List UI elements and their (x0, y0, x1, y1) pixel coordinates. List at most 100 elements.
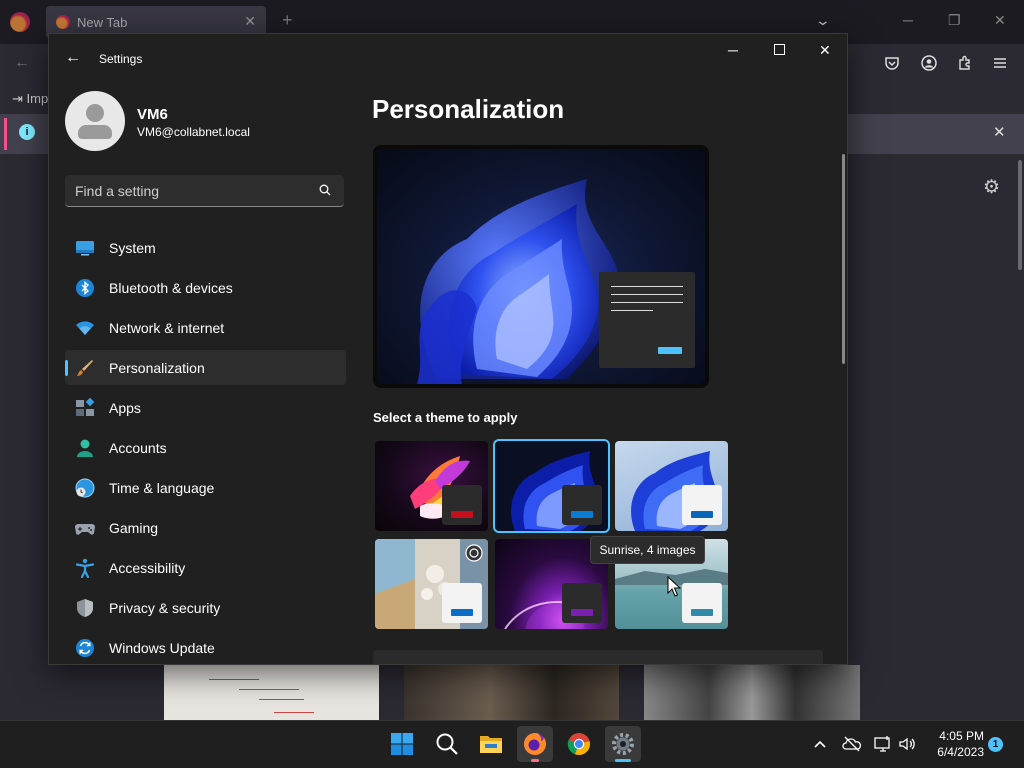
apps-icon (76, 398, 95, 416)
nav-item-time-language[interactable]: Time & language (65, 470, 346, 505)
taskbar-search-button[interactable] (429, 726, 465, 762)
account-icon[interactable] (920, 55, 938, 73)
taskbar-firefox[interactable] (517, 726, 553, 762)
extensions-icon[interactable] (956, 55, 974, 73)
close-tab-icon[interactable]: ✕ (244, 13, 256, 30)
theme-accent (451, 609, 473, 616)
theme-accent (691, 511, 713, 518)
taskbar-file-explorer[interactable] (473, 726, 509, 762)
settings-card[interactable] (373, 650, 823, 664)
nav-item-bluetooth[interactable]: Bluetooth & devices (65, 270, 346, 305)
accessibility-icon (75, 558, 95, 578)
chart-line (209, 679, 259, 680)
firefox-tab-icon (56, 15, 70, 29)
clock-time[interactable]: 4:05 PM (932, 729, 984, 743)
close-button[interactable]: ✕ (819, 42, 831, 59)
theme-preview (373, 145, 709, 388)
nav-item-personalization[interactable]: Personalization (65, 350, 346, 385)
search-icon[interactable] (319, 184, 331, 196)
theme-preview-window (442, 583, 482, 623)
theme-preview-window (682, 485, 722, 525)
volume-icon[interactable] (897, 734, 917, 754)
chart-line (274, 712, 314, 713)
window-title: Settings (99, 52, 143, 66)
gear-icon[interactable]: ⚙ (983, 176, 1000, 199)
browser-tab-label: New Tab (77, 15, 128, 30)
nav-item-label: System (109, 240, 156, 256)
preview-window (599, 272, 695, 368)
mouse-cursor-icon (667, 576, 681, 597)
chevron-up-icon[interactable] (810, 734, 830, 754)
nav-item-accessibility[interactable]: Accessibility (65, 550, 346, 585)
shortcut-thumbnail[interactable] (164, 665, 379, 720)
preview-line (611, 302, 683, 303)
file-explorer-icon (480, 736, 502, 753)
user-name: VM6 (137, 106, 168, 123)
taskbar (0, 720, 1024, 768)
browser-scrollbar[interactable] (1018, 160, 1022, 270)
theme-tile[interactable] (375, 441, 488, 531)
start-button[interactable] (384, 726, 420, 762)
nav-item-apps[interactable]: Apps (65, 390, 346, 425)
new-tab-button[interactable]: + (282, 10, 293, 31)
nav-item-windows-update[interactable]: Windows Update (65, 630, 346, 664)
theme-tile[interactable] (615, 441, 728, 531)
nav-item-label: Personalization (109, 360, 205, 376)
hamburger-menu-icon[interactable] (991, 55, 1009, 73)
nav-item-system[interactable]: System (65, 230, 346, 265)
browser-restore-button[interactable]: ❐ (948, 12, 961, 29)
network-icon[interactable] (873, 734, 893, 754)
browser-close-button[interactable]: ✕ (994, 12, 1006, 29)
browser-minimize-button[interactable]: ─ (903, 12, 913, 28)
firefox-menu-icon[interactable] (10, 12, 30, 32)
chevron-down-icon[interactable]: ⌄ (815, 12, 831, 29)
page-title: Personalization (372, 94, 565, 124)
info-icon: i (19, 124, 35, 140)
theme-tile[interactable] (493, 439, 610, 533)
taskbar-settings[interactable] (605, 726, 641, 762)
search-input[interactable] (75, 181, 305, 201)
clock-date[interactable]: 6/4/2023 (924, 745, 984, 759)
shortcut-thumbnail[interactable] (404, 665, 619, 720)
nav-item-network[interactable]: Network & internet (65, 310, 346, 345)
maximize-button[interactable] (774, 44, 785, 55)
theme-accent (451, 511, 473, 518)
gaming-icon (75, 524, 95, 535)
taskbar-chrome[interactable] (561, 726, 597, 762)
active-indicator (615, 759, 631, 762)
onedrive-offline-icon[interactable] (842, 734, 862, 754)
minimize-button[interactable]: ─ (728, 42, 738, 58)
firefox-icon (524, 733, 546, 755)
search-box[interactable] (65, 175, 344, 207)
theme-tile[interactable] (375, 539, 488, 629)
windows-update-icon (76, 639, 94, 657)
avatar-body (78, 125, 112, 139)
settings-scrollbar[interactable] (842, 154, 845, 364)
close-icon[interactable]: ✕ (993, 123, 1006, 141)
browser-back-icon[interactable]: ← (14, 54, 30, 72)
theme-accent (691, 609, 713, 616)
theme-accent (571, 609, 593, 616)
nav-item-label: Gaming (109, 520, 159, 536)
nav-item-accounts[interactable]: Accounts (65, 430, 346, 465)
import-bookmarks-button[interactable]: ⇥ Imp (12, 91, 48, 107)
shortcut-thumbnail[interactable] (644, 665, 860, 720)
running-indicator (531, 759, 539, 762)
nav-item-label: Accessibility (109, 560, 186, 576)
preview-line (611, 310, 653, 311)
nav-item-gaming[interactable]: Gaming (65, 510, 346, 545)
nav-item-privacy-security[interactable]: Privacy & security (65, 590, 346, 625)
settings-window: ← Settings ─ ✕ VM6 VM6@collabnet.local S… (48, 33, 848, 665)
theme-preview-window (682, 583, 722, 623)
info-bar-accent (4, 118, 7, 150)
preview-accent-button (658, 347, 682, 354)
accounts-icon (77, 439, 93, 457)
user-email: VM6@collabnet.local (137, 125, 250, 139)
nav-item-label: Network & internet (109, 320, 225, 336)
notification-badge[interactable]: 1 (988, 737, 1003, 752)
avatar[interactable] (65, 91, 125, 151)
search-icon (436, 733, 458, 755)
back-arrow-icon[interactable]: ← (65, 49, 81, 67)
nav-item-label: Windows Update (109, 640, 215, 656)
pocket-icon[interactable] (883, 55, 901, 73)
